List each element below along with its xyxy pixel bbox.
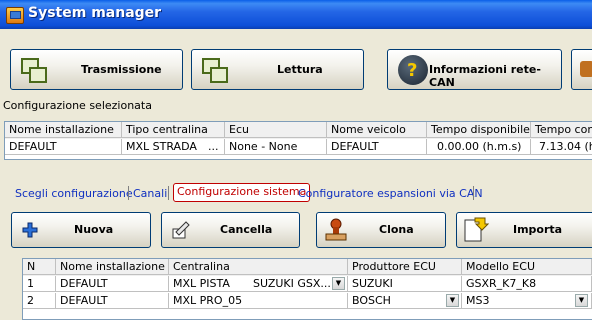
help-info-icon: ? <box>398 55 428 85</box>
tab-separator <box>473 186 474 200</box>
produttore-value: SUZUKI <box>352 277 393 290</box>
cell-tipo-text: MXL STRADA <box>126 140 197 153</box>
modello-value: MS3 <box>466 294 490 307</box>
trasmissione-label: Trasmissione <box>81 63 162 76</box>
app-icon <box>6 7 24 24</box>
col-tempo-con: Tempo con C <box>531 122 592 138</box>
tool-icon <box>580 61 592 77</box>
chevron-down-icon[interactable]: ▼ <box>446 294 459 307</box>
cancella-button[interactable]: Cancella <box>161 212 300 248</box>
cell-nome: DEFAULT <box>56 276 169 292</box>
col-ecu: Ecu <box>225 122 327 138</box>
window-title: System manager <box>28 5 162 21</box>
selected-config-table: Nome installazione Tipo centralina Ecu N… <box>4 121 592 160</box>
col-produttore-ecu: Produttore ECU <box>348 259 462 275</box>
cell-tipo: MXL STRADA ... <box>122 139 225 155</box>
table-header: N Nome installazione Centralina Produtto… <box>23 259 592 276</box>
tab-separator <box>128 186 129 200</box>
importa-button[interactable]: Importa <box>456 212 592 248</box>
cell-nome: DEFAULT <box>5 139 122 155</box>
informazioni-label: Informazioni rete-CAN <box>429 63 541 89</box>
centralina-value: MXL PRO_05 <box>173 294 243 307</box>
stamp-icon <box>323 217 349 243</box>
col-nome-installazione: Nome installazione <box>56 259 169 275</box>
tab-separator <box>168 186 169 200</box>
table-row[interactable]: DEFAULT MXL STRADA ... None - None DEFAU… <box>5 139 592 156</box>
lettura-label: Lettura <box>277 63 323 76</box>
col-centralina: Centralina <box>169 259 348 275</box>
cell-ecu: None - None <box>225 139 327 155</box>
trasmissione-button[interactable]: Trasmissione <box>10 49 183 90</box>
clona-label: Clona <box>379 223 414 236</box>
plus-icon <box>22 222 38 238</box>
network-receive-icon <box>200 56 228 83</box>
cell-tempo-con: 7.13.04 (h.n <box>531 139 592 155</box>
chevron-down-icon[interactable]: ▼ <box>332 277 345 290</box>
produttore-cell: SUZUKI <box>348 276 462 292</box>
col-nome-veicolo: Nome veicolo <box>327 122 427 138</box>
col-n: N <box>23 259 56 275</box>
col-tempo-disponibile: Tempo disponibile <box>427 122 531 138</box>
table-row[interactable]: 1 DEFAULT MXL PISTA SUZUKI GSX... ▼ SUZU… <box>23 276 592 293</box>
table-header: Nome installazione Tipo centralina Ecu N… <box>5 122 592 139</box>
cell-veicolo: DEFAULT <box>327 139 427 155</box>
clona-button[interactable]: Clona <box>316 212 446 248</box>
modello-value: GSXR_K7_K8 <box>462 276 592 292</box>
chevron-down-icon[interactable]: ▼ <box>575 294 588 307</box>
lettura-button[interactable]: Lettura <box>191 49 364 90</box>
nuova-label: Nuova <box>74 223 114 236</box>
tab-configurazione-sistema[interactable]: Configurazione sistema <box>173 183 311 202</box>
network-transmit-icon <box>19 56 47 83</box>
col-modello-ecu: Modello ECU <box>462 259 592 275</box>
import-icon <box>463 216 490 244</box>
informazioni-rete-can-button[interactable]: ? Informazioni rete-CAN <box>387 49 562 90</box>
cell-n: 1 <box>23 276 56 292</box>
cancella-label: Cancella <box>220 223 273 236</box>
table-row[interactable]: 2 DEFAULT MXL PRO_05 BOSCH ▼ MS3 ▼ <box>23 293 592 310</box>
toolbar-button-partial[interactable] <box>571 49 592 90</box>
eraser-icon <box>170 220 190 240</box>
cell-tempo-disp: 0.00.00 (h.m.s) <box>427 139 531 155</box>
tab-configuratore-espansioni[interactable]: Configuratore espansioni via CAN <box>298 185 483 202</box>
produttore-value: BOSCH <box>352 294 391 307</box>
configurazione-selezionata-label: Configurazione selezionata <box>3 99 152 112</box>
centralina-value: MXL PISTA <box>173 277 230 290</box>
ellipsis-button[interactable]: ... <box>208 139 219 154</box>
col-tipo-centralina: Tipo centralina <box>122 122 225 138</box>
nuova-button[interactable]: Nuova <box>11 212 151 248</box>
tab-scegli-configurazione[interactable]: Scegli configurazione <box>15 185 133 202</box>
window-titlebar: System manager <box>0 0 592 29</box>
centralina-select[interactable]: MXL PISTA SUZUKI GSX... ▼ <box>169 276 348 292</box>
tab-canali[interactable]: Canali <box>133 185 167 202</box>
col-nome-installazione: Nome installazione <box>5 122 122 138</box>
installations-table: N Nome installazione Centralina Produtto… <box>22 258 592 320</box>
centralina-ecu-value: SUZUKI GSX... <box>253 277 331 290</box>
importa-label: Importa <box>513 223 563 236</box>
